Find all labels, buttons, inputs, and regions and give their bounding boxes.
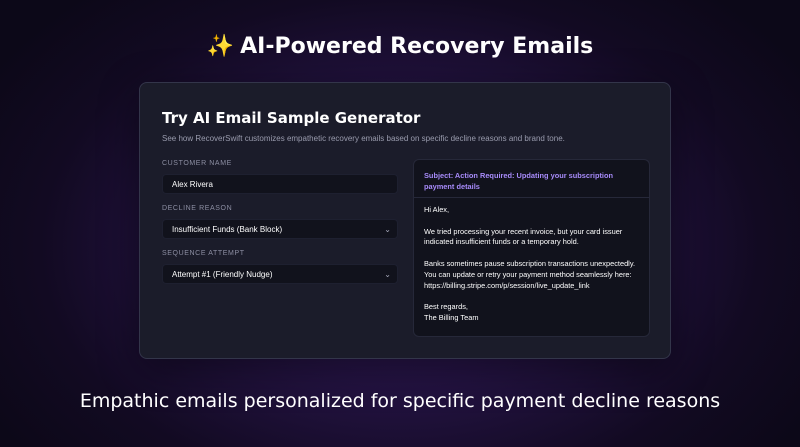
- email-body: Hi Alex, We tried processing your recent…: [424, 205, 636, 322]
- sequence-attempt-value: Attempt #1 (Friendly Nudge): [172, 270, 273, 279]
- panel-title: Try AI Email Sample Generator: [162, 109, 421, 127]
- headline: ✨ AI-Powered Recovery Emails: [0, 34, 800, 59]
- customer-name-label: CUSTOMER NAME: [162, 160, 232, 167]
- email-subject: Subject: Action Required: Updating your …: [424, 171, 614, 191]
- sequence-attempt-label: SEQUENCE ATTEMPT: [162, 250, 245, 257]
- decline-reason-select[interactable]: Insufficient Funds (Bank Block) ⌄: [162, 219, 398, 239]
- decline-reason-label: DECLINE REASON: [162, 205, 233, 212]
- chevron-down-icon: ⌄: [384, 270, 391, 279]
- panel-description: See how RecoverSwift customizes empathet…: [162, 134, 565, 143]
- headline-text: AI-Powered Recovery Emails: [240, 34, 594, 59]
- sequence-attempt-select[interactable]: Attempt #1 (Friendly Nudge) ⌄: [162, 264, 398, 284]
- generator-panel: Try AI Email Sample Generator See how Re…: [139, 82, 671, 359]
- chevron-down-icon: ⌄: [384, 225, 391, 234]
- email-divider: [414, 197, 649, 198]
- email-preview: Subject: Action Required: Updating your …: [413, 159, 650, 337]
- sparkles-icon: ✨: [206, 34, 235, 59]
- customer-name-value: Alex Rivera: [172, 180, 213, 189]
- tagline: Empathic emails personalized for specifi…: [79, 390, 721, 412]
- decline-reason-value: Insufficient Funds (Bank Block): [172, 225, 283, 234]
- customer-name-input[interactable]: Alex Rivera: [162, 174, 398, 194]
